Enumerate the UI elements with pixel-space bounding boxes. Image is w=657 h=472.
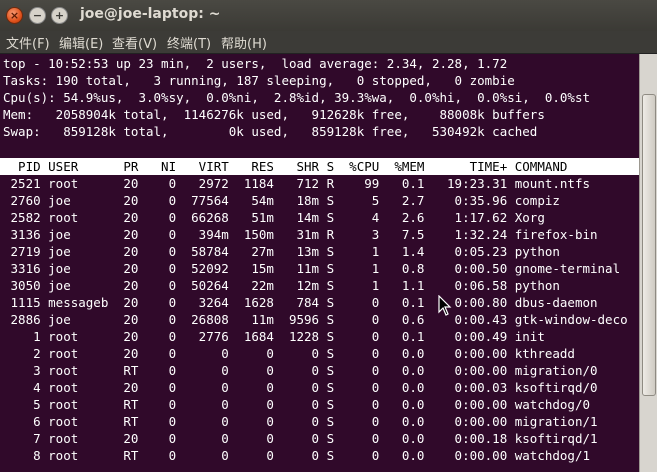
process-row-8: 8 root RT 0 0 0 0 S 0 0.0 0:00.00 watchd… (3, 448, 590, 463)
terminal-window: × − + joe@joe-laptop: ~ 文件(F) 编辑(E) 查看(V… (0, 0, 657, 472)
process-row-6: 6 root RT 0 0 0 0 S 0 0.0 0:00.00 migrat… (3, 414, 598, 429)
summary-line-uptime: top - 10:52:53 up 23 min, 2 users, load … (3, 56, 508, 71)
process-row-2760: 2760 joe 20 0 77564 54m 18m S 5 2.7 0:35… (3, 193, 560, 208)
summary-line-cpu: Cpu(s): 54.9%us, 3.0%sy, 0.0%ni, 2.8%id,… (3, 90, 590, 105)
process-row-1: 1 root 20 0 2776 1684 1228 S 0 0.1 0:00.… (3, 329, 545, 344)
mouse-pointer-icon (438, 295, 452, 316)
maximize-button[interactable]: + (51, 7, 68, 24)
minimize-button[interactable]: − (29, 7, 46, 24)
vertical-scrollbar[interactable] (639, 54, 657, 472)
title-bar[interactable]: × − + joe@joe-laptop: ~ (0, 0, 657, 31)
process-row-3316: 3316 joe 20 0 52092 15m 11m S 1 0.8 0:00… (3, 261, 621, 276)
process-row-2521: 2521 root 20 0 2972 1184 712 R 99 0.1 19… (3, 176, 590, 191)
menu-bar: 文件(F) 编辑(E) 查看(V) 终端(T) 帮助(H) (0, 31, 657, 54)
summary-line-mem: Mem: 2058904k total, 1146276k used, 9126… (3, 107, 545, 122)
window-title: joe@joe-laptop: ~ (80, 6, 221, 22)
process-table-header-text: PID USER PR NI VIRT RES SHR S %CPU %MEM … (3, 159, 568, 174)
process-row-3050: 3050 joe 20 0 50264 22m 12m S 1 1.1 0:06… (3, 278, 560, 293)
menu-file[interactable]: 文件(F) (6, 33, 50, 52)
menu-view[interactable]: 查看(V) (112, 33, 157, 52)
scrollbar-thumb[interactable] (642, 94, 656, 396)
process-row-5: 5 root RT 0 0 0 0 S 0 0.0 0:00.00 watchd… (3, 397, 590, 412)
summary-line-tasks: Tasks: 190 total, 3 running, 187 sleepin… (3, 73, 515, 88)
process-row-2582: 2582 root 20 0 66268 51m 14m S 4 2.6 1:1… (3, 210, 545, 225)
process-row-2719: 2719 joe 20 0 58784 27m 13m S 1 1.4 0:05… (3, 244, 560, 259)
summary-line-swap: Swap: 859128k total, 0k used, 859128k fr… (3, 124, 538, 139)
process-row-2: 2 root 20 0 0 0 0 S 0 0.0 0:00.00 kthrea… (3, 346, 575, 361)
process-row-7: 7 root 20 0 0 0 0 S 0 0.0 0:00.18 ksofti… (3, 431, 598, 446)
terminal-output[interactable]: top - 10:52:53 up 23 min, 2 users, load … (0, 54, 639, 472)
menu-help[interactable]: 帮助(H) (221, 33, 267, 52)
process-row-3: 3 root RT 0 0 0 0 S 0 0.0 0:00.00 migrat… (3, 363, 598, 378)
close-button[interactable]: × (6, 7, 23, 24)
process-row-3136: 3136 joe 20 0 394m 150m 31m R 3 7.5 1:32… (3, 227, 598, 242)
process-table-header: PID USER PR NI VIRT RES SHR S %CPU %MEM … (0, 158, 639, 175)
process-row-4: 4 root 20 0 0 0 0 S 0 0.0 0:00.03 ksofti… (3, 380, 598, 395)
menu-terminal[interactable]: 终端(T) (167, 33, 211, 52)
menu-edit[interactable]: 编辑(E) (59, 33, 103, 52)
process-row-2886: 2886 joe 20 0 26808 11m 9596 S 0 0.6 0:0… (3, 312, 628, 327)
process-row-1115: 1115 messageb 20 0 3264 1628 784 S 0 0.1… (3, 295, 598, 310)
